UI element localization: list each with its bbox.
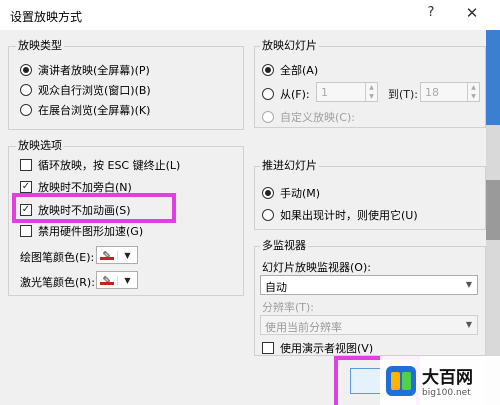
radio-use-timings-label: 如果出现计时，则使用它(U) [280,209,418,222]
chevron-down-icon: ▼ [117,250,137,260]
radio-custom-show-dot[interactable] [262,111,274,123]
background-slide-edge [486,30,500,405]
watermark: 大百网 big100.net [380,356,500,405]
to-slide-label: 到(T): [388,88,419,101]
monitor-select[interactable]: 自动 ▼ [260,275,478,295]
radio-presenter-dot[interactable] [20,64,32,76]
pen-icon: ✎ [97,274,117,287]
check-loop-label: 循环放映，按 ESC 键终止(L) [38,159,181,172]
slides-title: 放映幻灯片 [260,37,319,53]
to-slide-spinner[interactable]: 18 ▲ ▼ [420,82,480,102]
dialog-title: 设置放映方式 [10,10,83,24]
chevron-down-icon: ▼ [117,275,137,285]
resolution-select-value: 使用当前分辨率 [265,321,342,334]
advance-title: 推进幻灯片 [260,157,319,173]
laser-color-label: 激光笔颜色(R): [20,276,95,289]
check-presenter-view[interactable]: 使用演示者视图(V) [262,340,373,356]
check-presenter-view-label: 使用演示者视图(V) [280,342,374,355]
pen-icon: ✎ [97,249,117,262]
radio-presenter-label: 演讲者放映(全屏幕)(P) [38,64,150,77]
radio-use-timings-dot[interactable] [262,209,274,221]
show-type-title: 放映类型 [16,37,64,53]
pen-color-label: 绘图笔颜色(E): [20,251,95,264]
radio-window[interactable]: 观众自行浏览(窗口)(B) [20,82,151,98]
radio-use-timings[interactable]: 如果出现计时，则使用它(U) [262,207,418,223]
radio-window-label: 观众自行浏览(窗口)(B) [38,84,151,97]
title-bar: 设置放映方式 ? ✕ [0,0,500,30]
resolution-select[interactable]: 使用当前分辨率 ▼ [260,315,478,335]
radio-custom-show-label: 自定义放映(C): [280,111,355,124]
check-no-narration-box[interactable]: ✓ [20,181,32,193]
radio-manual-label: 手动(M) [280,187,321,200]
check-disable-hw-accel[interactable]: 禁用硬件图形加速(G) [20,223,143,239]
from-slide-value: 1 [321,86,328,99]
check-disable-hw-accel-label: 禁用硬件图形加速(G) [38,225,144,238]
check-loop-box[interactable] [20,159,32,171]
help-icon[interactable]: ? [422,5,440,23]
show-options-title: 放映选项 [16,137,64,153]
monitor-select-value: 自动 [265,281,287,294]
radio-all-slides[interactable]: 全部(A) [262,62,318,78]
radio-from-slide-label: 从(F): [280,88,310,101]
check-loop[interactable]: 循环放映，按 ESC 键终止(L) [20,157,180,173]
pen-color-button[interactable]: ✎ ▼ [96,246,138,264]
radio-all-slides-dot[interactable] [262,64,274,76]
radio-window-dot[interactable] [20,84,32,96]
radio-manual-dot[interactable] [262,187,274,199]
radio-kiosk[interactable]: 在展台浏览(全屏幕)(K) [20,102,150,118]
chevron-down-icon[interactable]: ▼ [461,276,477,294]
radio-all-slides-label: 全部(A) [280,64,319,77]
radio-from-slide[interactable]: 从(F): [262,86,310,102]
laser-color-button[interactable]: ✎ ▼ [96,271,138,289]
site-logo-icon [386,365,416,396]
radio-custom-show[interactable]: 自定义放映(C): [262,109,355,125]
highlight-no-animation [12,193,176,223]
resolution-label: 分辨率(T): [262,301,315,314]
check-presenter-view-box[interactable] [262,342,274,354]
from-slide-spinner[interactable]: 1 ▲ ▼ [316,82,378,102]
radio-kiosk-dot[interactable] [20,104,32,116]
chevron-down-icon[interactable]: ▼ [461,316,477,334]
spinner-arrows-icon[interactable]: ▲ ▼ [467,83,479,101]
radio-kiosk-label: 在展台浏览(全屏幕)(K) [38,104,151,117]
to-slide-value: 18 [425,86,439,99]
close-icon[interactable]: ✕ [462,4,482,24]
monitor-label: 幻灯片放映监视器(O): [262,261,371,274]
radio-manual[interactable]: 手动(M) [262,185,320,201]
radio-from-slide-dot[interactable] [262,88,274,100]
monitors-title: 多监视器 [260,237,308,253]
check-disable-hw-accel-box[interactable] [20,225,32,237]
watermark-title: 大百网 [422,368,473,388]
radio-presenter[interactable]: 演讲者放映(全屏幕)(P) [20,62,150,78]
watermark-url: big100.net [422,388,471,398]
spinner-arrows-icon[interactable]: ▲ ▼ [365,83,377,101]
